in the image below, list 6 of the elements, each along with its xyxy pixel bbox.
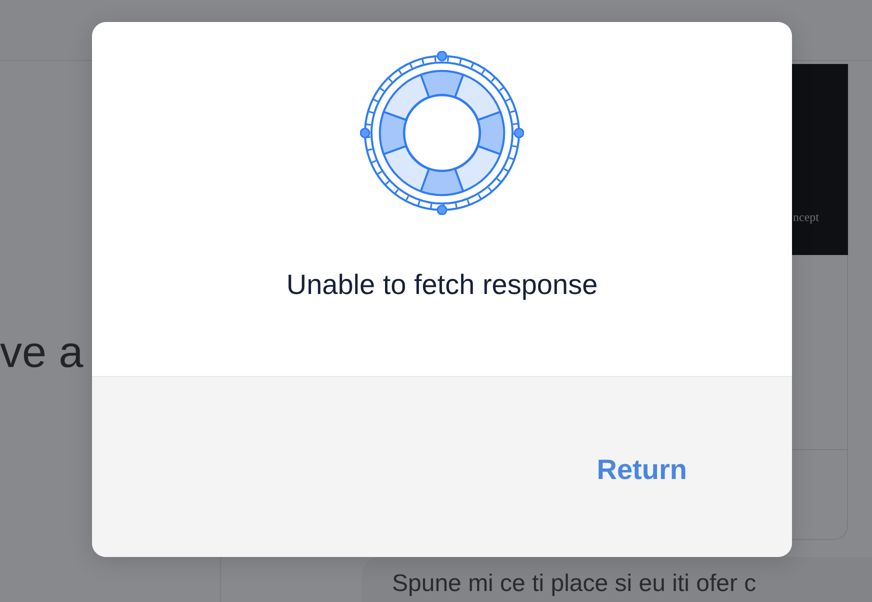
caption-text: ncept xyxy=(792,209,820,225)
lifebuoy-icon xyxy=(360,51,524,215)
message-text: Spune mi ce ti place si eu iti ofer c xyxy=(392,569,758,598)
heading-text: ve a xyxy=(0,327,84,379)
return-button[interactable]: Return xyxy=(588,449,695,491)
error-message: Unable to fetch response xyxy=(286,268,598,302)
